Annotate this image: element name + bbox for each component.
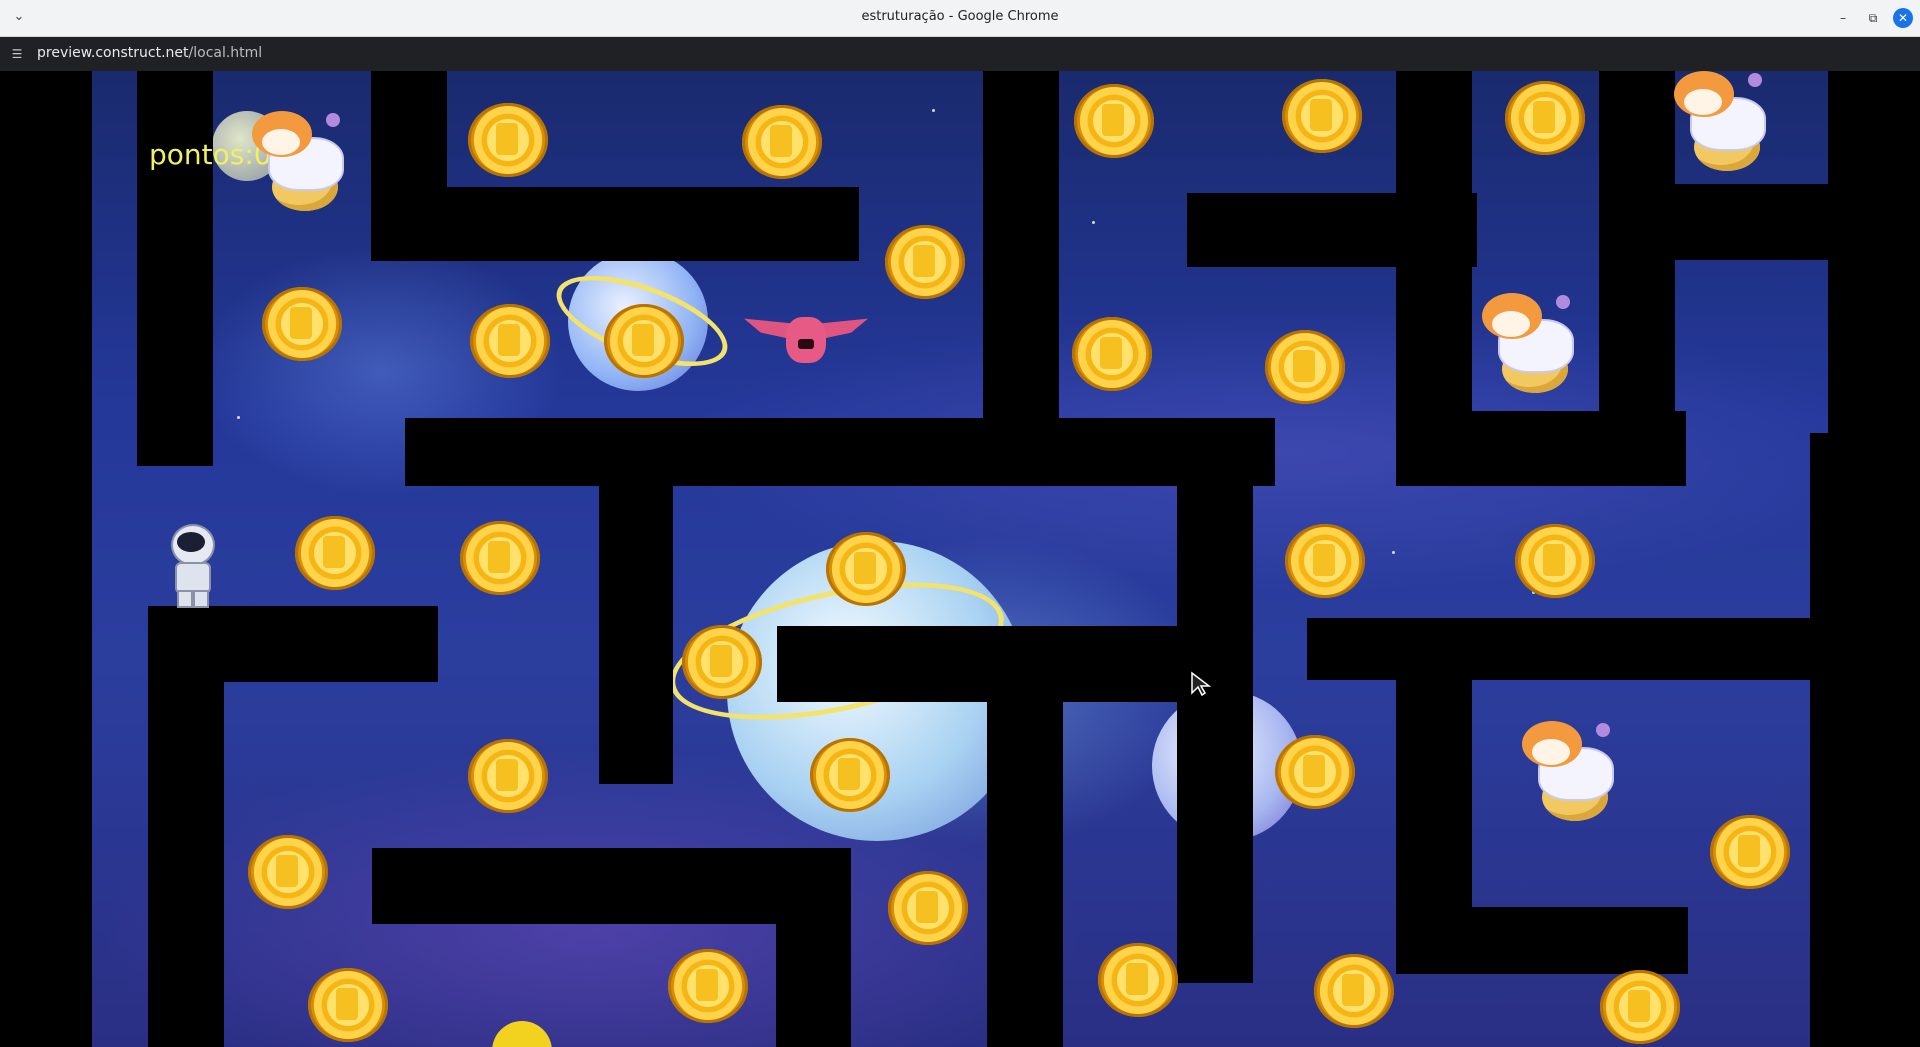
planet-icon bbox=[1556, 295, 1570, 309]
planet-icon bbox=[326, 113, 340, 127]
coin bbox=[742, 105, 822, 179]
minimize-icon[interactable]: – bbox=[1833, 8, 1853, 28]
astronaut-visor bbox=[177, 532, 205, 552]
coin bbox=[1282, 79, 1362, 153]
planet-icon bbox=[1748, 73, 1762, 87]
coin bbox=[295, 516, 375, 590]
coin bbox=[1600, 970, 1680, 1044]
url-path: /local.html bbox=[188, 45, 263, 61]
coin bbox=[262, 287, 342, 361]
coin bbox=[468, 739, 548, 813]
coin bbox=[1072, 317, 1152, 391]
star bbox=[1092, 221, 1095, 224]
window-titlebar: ⌄ estruturação - Google Chrome – ⧉ ✕ bbox=[0, 0, 1920, 37]
window-title: estruturação - Google Chrome bbox=[861, 9, 1059, 24]
close-icon[interactable]: ✕ bbox=[1893, 8, 1913, 28]
coin bbox=[1074, 84, 1154, 158]
pink-bat-enemy bbox=[744, 307, 868, 371]
coin bbox=[668, 949, 748, 1023]
shiba-face bbox=[1492, 311, 1530, 337]
coin bbox=[682, 625, 762, 699]
shiba-astronaut-enemy bbox=[250, 111, 354, 215]
maze-wall bbox=[1599, 184, 1828, 260]
maze-wall bbox=[405, 418, 1275, 486]
maximize-icon[interactable]: ⧉ bbox=[1863, 8, 1883, 28]
yellow-creature bbox=[492, 1021, 552, 1047]
url-host: preview.construct.net bbox=[37, 45, 189, 61]
shiba-face bbox=[1684, 89, 1722, 115]
star bbox=[1392, 551, 1395, 554]
bat-mouth bbox=[798, 339, 814, 349]
game-viewport[interactable]: pontos:0 bbox=[0, 71, 1920, 1047]
coin bbox=[248, 835, 328, 909]
coin bbox=[1314, 954, 1394, 1028]
coin bbox=[885, 225, 965, 299]
maze-wall bbox=[1396, 907, 1688, 974]
star bbox=[932, 109, 935, 112]
coin bbox=[1710, 815, 1790, 889]
coin bbox=[1265, 330, 1345, 404]
astronaut-leg bbox=[177, 590, 193, 608]
coin bbox=[1275, 735, 1355, 809]
coin bbox=[604, 304, 684, 378]
maze-wall bbox=[987, 626, 1063, 1047]
maze-wall bbox=[148, 606, 224, 1047]
coin bbox=[468, 103, 548, 177]
coin bbox=[826, 532, 906, 606]
maze-wall bbox=[1810, 433, 1828, 1047]
coin bbox=[308, 968, 388, 1042]
maze-wall bbox=[776, 848, 851, 1047]
star bbox=[237, 416, 240, 419]
shiba-astronaut-enemy bbox=[1520, 721, 1624, 825]
coin bbox=[1515, 524, 1595, 598]
coin bbox=[888, 871, 968, 945]
maze-wall bbox=[599, 418, 673, 784]
coin bbox=[1505, 81, 1585, 155]
shiba-astronaut-enemy bbox=[1480, 293, 1584, 397]
coin bbox=[470, 304, 550, 378]
maze-wall bbox=[371, 187, 859, 261]
maze-wall bbox=[1599, 71, 1675, 486]
coin bbox=[460, 521, 540, 595]
url-text[interactable]: preview.construct.net/local.html bbox=[37, 45, 262, 61]
maze-wall bbox=[137, 71, 213, 466]
address-bar[interactable]: ☰ preview.construct.net/local.html bbox=[0, 37, 1920, 71]
planet-icon bbox=[1596, 723, 1610, 737]
shiba-face bbox=[262, 129, 300, 155]
maze-wall bbox=[1307, 618, 1828, 680]
tune-icon[interactable]: ☰ bbox=[9, 46, 25, 62]
astronaut-leg bbox=[193, 590, 209, 608]
coin bbox=[1098, 943, 1178, 1017]
shiba-astronaut-enemy bbox=[1672, 71, 1776, 175]
mouse-cursor-icon bbox=[1191, 671, 1212, 697]
game-canvas[interactable]: pontos:0 bbox=[92, 71, 1828, 1047]
astronaut-player bbox=[167, 518, 215, 608]
coin bbox=[810, 738, 890, 812]
coin bbox=[1285, 524, 1365, 598]
maze-wall bbox=[983, 71, 1059, 418]
shiba-face bbox=[1532, 739, 1570, 765]
